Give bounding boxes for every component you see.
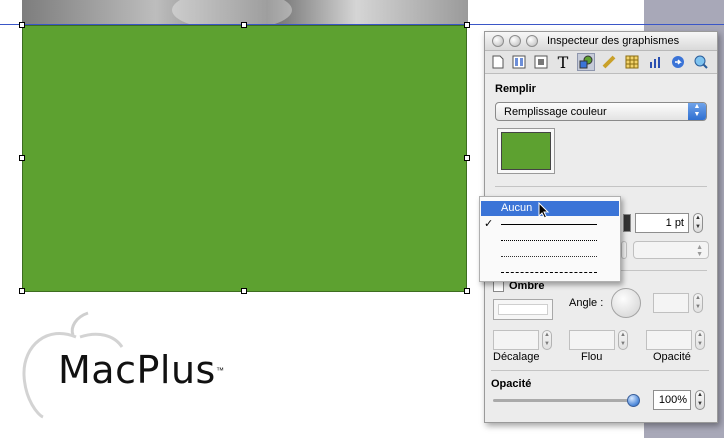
blur-label: Flou	[581, 351, 603, 363]
shadow-opacity-field[interactable]	[646, 330, 692, 350]
angle-field[interactable]	[653, 293, 689, 313]
selection-handle-right[interactable]	[464, 155, 470, 161]
wrap-icon[interactable]	[532, 53, 550, 71]
selection-handle-bottom-right[interactable]	[464, 288, 470, 294]
panel-titlebar[interactable]: Inspecteur des graphismes	[485, 32, 717, 51]
stroke-color-well[interactable]	[623, 214, 631, 232]
opacity-section-label: Opacité	[491, 378, 532, 390]
dotted-line-icon	[501, 240, 597, 241]
angle-wheel[interactable]	[611, 288, 641, 318]
stroke-width-value: 1 pt	[665, 217, 684, 229]
shadow-opacity-stepper[interactable]: ▲ ▼	[695, 330, 705, 350]
selection-handle-top[interactable]	[241, 22, 247, 28]
shadow-opacity-label: Opacité	[653, 351, 691, 363]
shadow-checkbox[interactable]	[493, 281, 504, 292]
blur-field[interactable]	[569, 330, 615, 350]
dense-dotted-line-icon	[501, 256, 597, 257]
fill-section-label: Remplir	[495, 83, 536, 95]
panel-title: Inspecteur des graphismes	[547, 35, 680, 47]
menu-item-dotted-line[interactable]	[481, 233, 619, 247]
offset-stepper[interactable]: ▲ ▼	[542, 330, 552, 350]
popup-arrows-icon: ▲ ▼	[688, 103, 706, 120]
shadow-color-well[interactable]	[493, 299, 553, 320]
text-icon[interactable]: T	[554, 53, 572, 72]
graphic-icon[interactable]	[577, 53, 595, 71]
fill-type-value: Remplissage couleur	[504, 106, 607, 118]
opacity-field[interactable]: 100%	[653, 390, 691, 410]
stroke-width-field[interactable]: 1 pt	[635, 213, 689, 233]
selection-handle-bottom-left[interactable]	[19, 288, 25, 294]
stroke-width-stepper[interactable]: ▲ ▼	[693, 213, 703, 233]
offset-field[interactable]	[493, 330, 539, 350]
section-divider	[495, 186, 707, 187]
document-icon[interactable]	[489, 53, 507, 71]
solid-line-icon	[501, 224, 597, 225]
opacity-value: 100%	[658, 394, 687, 406]
quicktime-icon[interactable]	[692, 53, 710, 71]
green-rectangle-shape[interactable]	[22, 25, 467, 292]
mouse-pointer-icon	[538, 202, 550, 219]
close-button[interactable]	[492, 35, 504, 47]
offset-label: Décalage	[493, 351, 540, 363]
fill-type-popup[interactable]: Remplissage couleur ▲ ▼	[495, 102, 707, 121]
table-icon[interactable]	[623, 53, 641, 71]
fill-color-well[interactable]	[497, 128, 555, 174]
stroke-style-menu: Aucun ✓	[479, 196, 621, 282]
menu-item-solid-line[interactable]	[481, 217, 619, 231]
logo-text: MacPlus	[58, 348, 216, 392]
background-photo	[22, 0, 468, 24]
section-divider	[491, 370, 709, 371]
menu-item-dashed-line[interactable]	[481, 265, 619, 279]
selection-handle-bottom[interactable]	[241, 288, 247, 294]
selection-handle-top-left[interactable]	[19, 22, 25, 28]
opacity-slider-knob[interactable]	[627, 394, 640, 407]
opacity-stepper[interactable]: ▲ ▼	[695, 390, 705, 410]
minimize-button[interactable]	[509, 35, 521, 47]
menu-item-none[interactable]: Aucun	[481, 201, 619, 216]
shadow-color-swatch	[498, 304, 548, 315]
opacity-slider-track[interactable]	[493, 399, 633, 402]
trademark-symbol: ™	[216, 366, 224, 375]
selection-handle-top-right[interactable]	[464, 22, 470, 28]
popup-arrows-icon: ▲ ▼	[696, 244, 703, 258]
menu-item-label: Aucun	[501, 202, 533, 214]
menu-item-dense-dotted-line[interactable]	[481, 249, 619, 263]
selection-handle-left[interactable]	[19, 155, 25, 161]
chart-icon[interactable]	[646, 53, 664, 71]
fill-color-swatch	[501, 132, 551, 170]
inspector-toolbar: T	[485, 51, 717, 74]
blur-stepper[interactable]: ▲ ▼	[618, 330, 628, 350]
dashed-line-icon	[501, 272, 597, 273]
layout-icon[interactable]	[510, 53, 528, 71]
metrics-icon[interactable]	[600, 53, 618, 71]
stroke-endpoint-popup[interactable]	[621, 241, 627, 259]
stroke-endpoint-popup-right[interactable]: ▲ ▼	[633, 241, 709, 259]
angle-stepper[interactable]: ▲ ▼	[693, 293, 703, 313]
link-icon[interactable]	[669, 53, 687, 71]
zoom-button[interactable]	[526, 35, 538, 47]
angle-label: Angle :	[569, 297, 604, 309]
